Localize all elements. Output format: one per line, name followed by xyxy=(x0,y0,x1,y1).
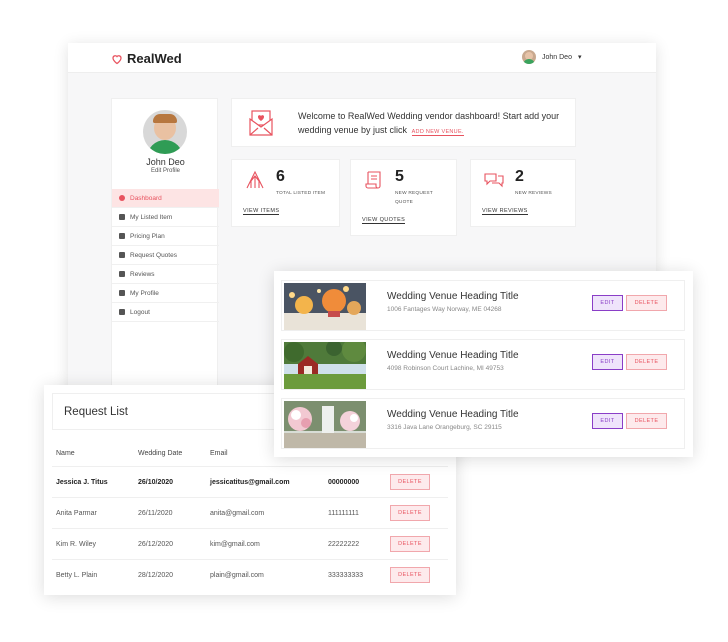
sidebar-item-reviews[interactable]: Reviews xyxy=(112,265,219,284)
delete-button[interactable]: DELETE xyxy=(390,567,430,583)
sidebar-item-label: Dashboard xyxy=(130,194,162,202)
cell-phone: 00000000 xyxy=(328,479,360,486)
table-row: Kim R. Wiley 26/12/2020 kim@gmail.com 22… xyxy=(52,528,448,559)
venue-image xyxy=(284,342,366,389)
cell-name: Betty L. Plain xyxy=(56,572,98,579)
logo-text: RealWed xyxy=(127,51,182,66)
sidebar-item-label: Request Quotes xyxy=(130,251,177,259)
cell-date: 26/12/2020 xyxy=(138,541,174,548)
sidebar-item-logout[interactable]: Logout xyxy=(112,303,219,322)
sidebar-item-dashboard[interactable]: Dashboard xyxy=(112,189,219,208)
edit-icon xyxy=(119,252,125,258)
view-items-link[interactable]: VIEW ITEMS xyxy=(243,208,280,215)
stat-value: 6 xyxy=(276,168,285,185)
user-menu[interactable]: John Deo ▾ xyxy=(522,50,581,64)
list-icon xyxy=(119,214,125,220)
chat-icon xyxy=(484,173,504,188)
sidebar-item-profile[interactable]: My Profile xyxy=(112,284,219,303)
venue-row: Wedding Venue Heading Title 3316 Java La… xyxy=(281,398,685,449)
venue-address: 1006 Fantages Way Norway, ME 04268 xyxy=(387,306,502,313)
cell-name: Anita Parmar xyxy=(56,510,97,517)
venue-row: Wedding Venue Heading Title 1006 Fantage… xyxy=(281,280,685,331)
stat-label: NEW REQUEST QUOTE xyxy=(395,191,433,205)
request-list-title: Request List xyxy=(64,406,128,418)
stat-card-reviews: 2 NEW REVIEWS VIEW REVIEWS xyxy=(470,159,576,227)
table-row: Betty L. Plain 28/12/2020 plain@gmail.co… xyxy=(52,559,448,590)
delete-button[interactable]: DELETE xyxy=(626,295,667,311)
table-row: Jessica J. Titus 26/10/2020 jessicatitus… xyxy=(52,466,448,497)
sidebar-item-label: Reviews xyxy=(130,270,155,278)
delete-button[interactable]: DELETE xyxy=(390,505,430,521)
heart-logo-icon xyxy=(112,54,122,64)
cell-email: anita@gmail.com xyxy=(210,510,265,517)
venue-address: 3316 Java Lane Orangeburg, SC 29115 xyxy=(387,424,502,431)
cell-email: kim@gmail.com xyxy=(210,541,260,548)
sidebar-item-listed[interactable]: My Listed Item xyxy=(112,208,219,227)
caret-down-icon: ▾ xyxy=(577,54,582,61)
profile-name: John Deo xyxy=(146,157,185,167)
scroll-icon xyxy=(365,171,381,189)
cell-date: 26/11/2020 xyxy=(138,510,173,517)
profile-avatar xyxy=(143,110,187,154)
venue-image xyxy=(284,401,366,448)
logout-icon xyxy=(119,309,125,315)
avatar xyxy=(522,50,536,64)
venue-title: Wedding Venue Heading Title xyxy=(387,409,519,420)
venue-title: Wedding Venue Heading Title xyxy=(387,350,519,361)
column-header-date: Wedding Date xyxy=(138,450,183,457)
column-header-name: Name xyxy=(56,450,75,457)
delete-button[interactable]: DELETE xyxy=(626,413,667,429)
cell-phone: 22222222 xyxy=(328,541,360,548)
cell-phone: 111111111 xyxy=(328,510,359,517)
delete-button[interactable]: DELETE xyxy=(626,354,667,370)
cell-phone: 333333333 xyxy=(328,572,364,579)
table-row: Anita Parmar 26/11/2020 anita@gmail.com … xyxy=(52,497,448,528)
sidebar-item-label: Logout xyxy=(130,308,150,316)
sidebar-menu: Dashboard My Listed Item Pricing Plan Re… xyxy=(112,189,219,322)
view-quotes-link[interactable]: VIEW QUOTES xyxy=(362,217,406,224)
sidebar-item-label: My Listed Item xyxy=(130,213,173,221)
venue-row: Wedding Venue Heading Title 4098 Robinso… xyxy=(281,339,685,390)
sidebar-item-pricing[interactable]: Pricing Plan xyxy=(112,227,219,246)
sidebar-item-label: Pricing Plan xyxy=(130,232,165,240)
user-name: John Deo xyxy=(542,53,572,61)
envelope-heart-icon xyxy=(249,110,273,136)
sidebar-item-label: My Profile xyxy=(130,289,159,297)
stat-card-quotes: 5 NEW REQUEST QUOTE VIEW QUOTES xyxy=(350,159,457,236)
column-header-email: Email xyxy=(210,450,228,457)
edit-profile-link[interactable]: Edit Profile xyxy=(112,168,219,174)
comments-icon xyxy=(119,271,125,277)
tent-icon xyxy=(246,170,264,189)
pricing-icon xyxy=(119,233,125,239)
venue-image xyxy=(284,283,366,330)
cell-name: Jessica J. Titus xyxy=(56,479,108,486)
venue-address: 4098 Robinson Court Lachine, MI 49753 xyxy=(387,365,504,372)
edit-button[interactable]: EDIT xyxy=(592,354,623,370)
stat-label: NEW REVIEWS xyxy=(515,191,552,196)
stat-value: 2 xyxy=(515,168,524,185)
stat-label: TOTAL LISTED ITEM xyxy=(276,191,326,196)
cell-name: Kim R. Wiley xyxy=(56,541,97,548)
cell-date: 28/12/2020 xyxy=(138,572,174,579)
edit-button[interactable]: EDIT xyxy=(592,413,623,429)
delete-button[interactable]: DELETE xyxy=(390,474,430,490)
edit-button[interactable]: EDIT xyxy=(592,295,623,311)
cell-date: 26/10/2020 xyxy=(138,479,174,486)
user-icon xyxy=(119,290,125,296)
delete-button[interactable]: DELETE xyxy=(390,536,430,552)
venue-title: Wedding Venue Heading Title xyxy=(387,291,519,302)
cell-email: plain@gmail.com xyxy=(210,572,264,579)
welcome-text: Welcome to RealWed Wedding vendor dashbo… xyxy=(298,109,573,139)
stat-value: 5 xyxy=(395,168,404,185)
view-reviews-link[interactable]: VIEW REVIEWS xyxy=(482,208,528,215)
sidebar-item-quotes[interactable]: Request Quotes xyxy=(112,246,219,265)
top-header: RealWed John Deo ▾ xyxy=(68,43,656,73)
logo[interactable]: RealWed xyxy=(111,51,182,66)
stat-card-items: 6 TOTAL LISTED ITEM VIEW ITEMS xyxy=(231,159,340,227)
dashboard-icon xyxy=(119,195,125,201)
venue-list-card: Wedding Venue Heading Title 1006 Fantage… xyxy=(274,271,693,457)
add-venue-link[interactable]: ADD NEW VENUE. xyxy=(411,129,464,136)
cell-email: jessicatitus@gmail.com xyxy=(210,479,290,486)
welcome-banner: Welcome to RealWed Wedding vendor dashbo… xyxy=(231,98,576,147)
